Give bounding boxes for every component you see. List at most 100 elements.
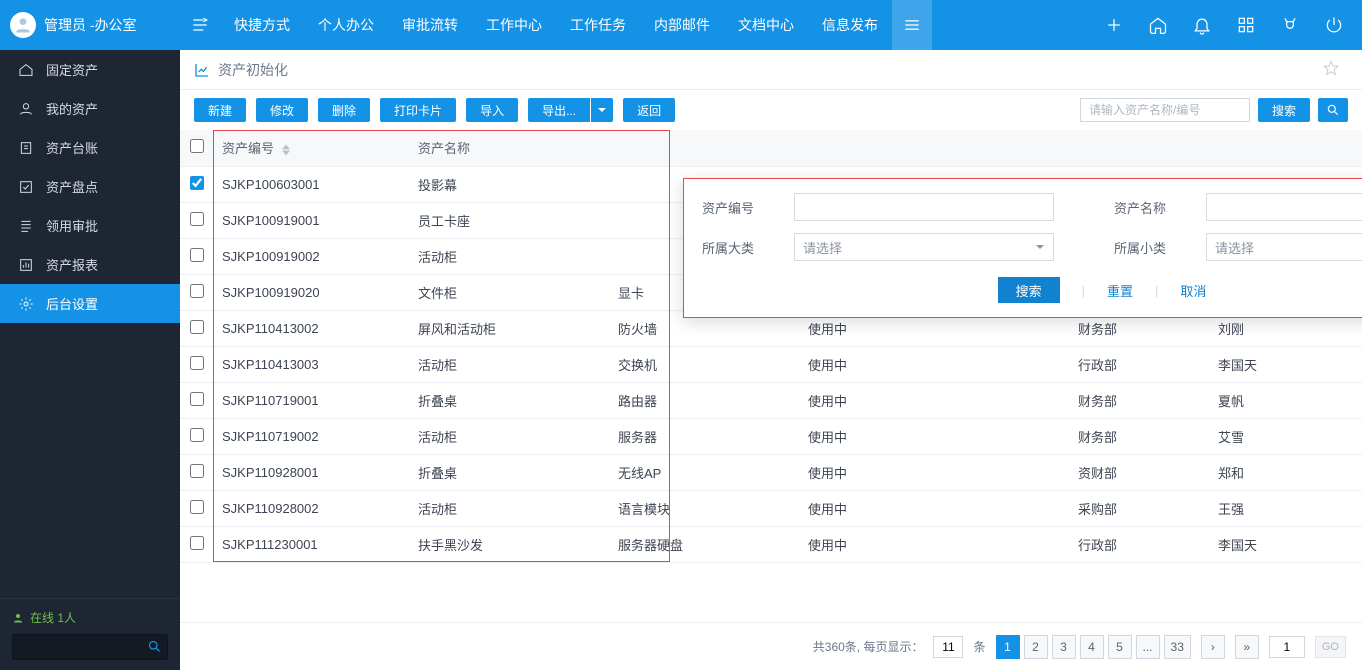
top-nav-item[interactable]: 工作任务 bbox=[556, 0, 640, 50]
select-all-checkbox[interactable] bbox=[190, 139, 204, 153]
sidebar-item[interactable]: 后台设置 bbox=[0, 284, 180, 323]
sidebar-item-label: 固定资产 bbox=[46, 60, 98, 79]
page-number-button[interactable]: ... bbox=[1136, 635, 1160, 659]
sidebar-item[interactable]: 资产台账 bbox=[0, 128, 180, 167]
table-row[interactable]: SJKP110413003活动柜交换机使用中行政部李国天 bbox=[180, 346, 1362, 382]
row-checkbox[interactable] bbox=[190, 212, 204, 226]
pop-cat1-select[interactable]: 请选择 bbox=[794, 233, 1054, 261]
sidebar-item[interactable]: 资产盘点 bbox=[0, 167, 180, 206]
import-button[interactable]: 导入 bbox=[466, 98, 518, 122]
total-label: 共360条, 每页显示： bbox=[813, 638, 924, 655]
row-checkbox[interactable] bbox=[190, 392, 204, 406]
row-checkbox[interactable] bbox=[190, 176, 204, 190]
sidebar-item-label: 后台设置 bbox=[46, 294, 98, 313]
table-row[interactable]: SJKP110928002活动柜语言模块使用中采购部王强 bbox=[180, 490, 1362, 526]
page-number-button[interactable]: 3 bbox=[1052, 635, 1076, 659]
search-input[interactable] bbox=[1080, 98, 1250, 122]
col-name[interactable]: 资产名称 bbox=[410, 130, 610, 166]
next-page-button[interactable]: › bbox=[1201, 635, 1225, 659]
row-checkbox[interactable] bbox=[190, 248, 204, 262]
sidebar-search-input[interactable] bbox=[12, 634, 168, 660]
table-header-row: 资产编号 资产名称 bbox=[180, 130, 1362, 166]
top-nav-item[interactable]: 审批流转 bbox=[388, 0, 472, 50]
page-size-input[interactable] bbox=[933, 636, 963, 658]
cell-dept: 财务部 bbox=[1070, 418, 1210, 454]
search-button[interactable]: 搜索 bbox=[1258, 98, 1310, 122]
last-page-button[interactable]: » bbox=[1235, 635, 1259, 659]
cell-c3: 语言模块 bbox=[610, 490, 800, 526]
top-nav-more-button[interactable] bbox=[892, 0, 932, 50]
theme-icon[interactable] bbox=[1270, 0, 1310, 50]
pop-search-button[interactable]: 搜索 bbox=[998, 277, 1060, 303]
search-icon-button[interactable] bbox=[1318, 98, 1348, 122]
sidebar-item-label: 资产盘点 bbox=[46, 177, 98, 196]
export-split-button[interactable]: 导出... bbox=[528, 98, 613, 122]
row-checkbox[interactable] bbox=[190, 356, 204, 370]
sidebar-item[interactable]: 资产报表 bbox=[0, 245, 180, 284]
pop-name-input[interactable] bbox=[1206, 193, 1362, 221]
page-number-button[interactable]: 1 bbox=[996, 635, 1020, 659]
cell-person: 郑和 bbox=[1210, 454, 1362, 490]
delete-button[interactable]: 删除 bbox=[318, 98, 370, 122]
favorite-button[interactable] bbox=[1322, 59, 1348, 80]
back-button[interactable]: 返回 bbox=[623, 98, 675, 122]
pop-cat2-select[interactable]: 请选择 bbox=[1206, 233, 1362, 261]
row-checkbox[interactable] bbox=[190, 500, 204, 514]
collapse-menu-button[interactable] bbox=[180, 0, 220, 50]
col-3 bbox=[610, 130, 800, 166]
table-row[interactable]: SJKP110719001折叠桌路由器使用中财务部夏帆 bbox=[180, 382, 1362, 418]
page-number-button[interactable]: 2 bbox=[1024, 635, 1048, 659]
sidebar-item[interactable]: 固定资产 bbox=[0, 50, 180, 89]
edit-button[interactable]: 修改 bbox=[256, 98, 308, 122]
table-row[interactable]: SJKP110928001折叠桌无线AP使用中资财部郑和 bbox=[180, 454, 1362, 490]
table-row[interactable]: SJKP110719002活动柜服务器使用中财务部艾雪 bbox=[180, 418, 1362, 454]
top-nav-item[interactable]: 个人办公 bbox=[304, 0, 388, 50]
row-checkbox[interactable] bbox=[190, 284, 204, 298]
cell-c3: 交换机 bbox=[610, 346, 800, 382]
cell-dept: 行政部 bbox=[1070, 526, 1210, 562]
cell-person: 夏帆 bbox=[1210, 382, 1362, 418]
top-nav-item[interactable]: 文档中心 bbox=[724, 0, 808, 50]
cell-person: 李国天 bbox=[1210, 526, 1362, 562]
search-icon bbox=[147, 639, 162, 654]
cell-name: 扶手黑沙发 bbox=[410, 526, 610, 562]
top-nav-item[interactable]: 快捷方式 bbox=[220, 0, 304, 50]
add-icon[interactable] bbox=[1094, 0, 1134, 50]
top-icon-bar bbox=[1094, 0, 1362, 50]
print-button[interactable]: 打印卡片 bbox=[380, 98, 456, 122]
sidebar-item-label: 资产台账 bbox=[46, 138, 98, 157]
new-button[interactable]: 新建 bbox=[194, 98, 246, 122]
row-checkbox[interactable] bbox=[190, 428, 204, 442]
bell-icon[interactable] bbox=[1182, 0, 1222, 50]
pop-cancel-button[interactable]: 取消 bbox=[1180, 281, 1206, 300]
user-block[interactable]: 管理员 -办公室 bbox=[0, 12, 180, 38]
top-nav-item[interactable]: 工作中心 bbox=[472, 0, 556, 50]
go-button[interactable]: GO bbox=[1315, 636, 1346, 658]
sidebar-item[interactable]: 领用审批 bbox=[0, 206, 180, 245]
apps-icon[interactable] bbox=[1226, 0, 1266, 50]
page-number-button[interactable]: 33 bbox=[1164, 635, 1191, 659]
export-caret[interactable] bbox=[591, 98, 613, 122]
sidebar: 固定资产我的资产资产台账资产盘点领用审批资产报表后台设置 在线 1人 bbox=[0, 50, 180, 670]
row-checkbox[interactable] bbox=[190, 464, 204, 478]
page-number-button[interactable]: 5 bbox=[1108, 635, 1132, 659]
go-page-input[interactable] bbox=[1269, 636, 1305, 658]
col-code[interactable]: 资产编号 bbox=[214, 130, 410, 166]
sidebar-search[interactable] bbox=[12, 634, 168, 660]
main-panel: 资产初始化 新建 修改 删除 打印卡片 导入 导出... 返回 搜索 bbox=[180, 50, 1362, 670]
pop-reset-button[interactable]: 重置 bbox=[1107, 281, 1133, 300]
power-icon[interactable] bbox=[1314, 0, 1354, 50]
page-number-button[interactable]: 4 bbox=[1080, 635, 1104, 659]
row-checkbox[interactable] bbox=[190, 536, 204, 550]
row-checkbox[interactable] bbox=[190, 320, 204, 334]
pop-code-input[interactable] bbox=[794, 193, 1054, 221]
cell-code: SJKP100603001 bbox=[214, 166, 410, 202]
top-nav-item[interactable]: 信息发布 bbox=[808, 0, 892, 50]
export-button[interactable]: 导出... bbox=[528, 98, 590, 122]
sidebar-item[interactable]: 我的资产 bbox=[0, 89, 180, 128]
top-nav-item[interactable]: 内部邮件 bbox=[640, 0, 724, 50]
home-icon[interactable] bbox=[1138, 0, 1178, 50]
cell-c3: 服务器硬盘 bbox=[610, 526, 800, 562]
cell-name: 活动柜 bbox=[410, 490, 610, 526]
table-row[interactable]: SJKP111230001扶手黑沙发服务器硬盘使用中行政部李国天 bbox=[180, 526, 1362, 562]
